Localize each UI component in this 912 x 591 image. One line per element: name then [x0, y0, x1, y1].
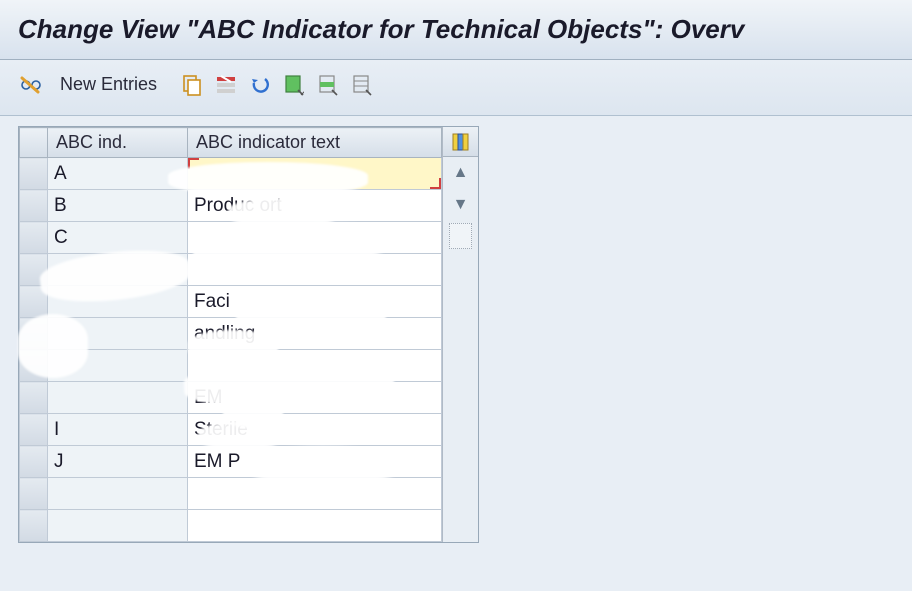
row-selector[interactable] [20, 478, 48, 510]
new-entries-button[interactable]: New Entries [52, 70, 165, 99]
txt-cell[interactable]: EM [188, 382, 442, 414]
delete-row-icon [215, 75, 237, 95]
table-row [20, 254, 442, 286]
undo-icon [249, 75, 271, 95]
ind-cell[interactable]: J [48, 446, 188, 478]
deselect-icon [352, 74, 372, 96]
table-scroll-rail: ▲ ▼ [442, 127, 478, 542]
ind-cell[interactable] [48, 318, 188, 350]
copy-icon [182, 74, 202, 96]
ind-cell[interactable]: B [48, 190, 188, 222]
ind-cell[interactable]: A [48, 158, 188, 190]
row-selector[interactable] [20, 446, 48, 478]
select-block-button[interactable] [315, 72, 341, 98]
content-area: ABC ind. ABC indicator text ABProduc ort… [0, 116, 912, 553]
txt-cell[interactable]: andling [188, 318, 442, 350]
ind-cell[interactable] [48, 254, 188, 286]
display-toggle-button[interactable] [18, 72, 44, 98]
txt-cell[interactable] [188, 222, 442, 254]
col-header-ind[interactable]: ABC ind. [48, 128, 188, 158]
txt-cell[interactable]: Faci [188, 286, 442, 318]
scroll-handle[interactable] [449, 223, 472, 249]
glasses-icon [20, 76, 42, 94]
table-row [20, 350, 442, 382]
table-row [20, 510, 442, 542]
scroll-down-button[interactable]: ▼ [443, 189, 478, 221]
ind-cell[interactable] [48, 478, 188, 510]
txt-cell[interactable] [188, 254, 442, 286]
table-wrapper: ABC ind. ABC indicator text ABProduc ort… [18, 126, 479, 543]
ind-cell[interactable]: C [48, 222, 188, 254]
row-selector[interactable] [20, 382, 48, 414]
columns-icon [452, 133, 470, 151]
select-block-icon [318, 74, 338, 96]
table-row: BProduc ort [20, 190, 442, 222]
table-row: EM [20, 382, 442, 414]
row-selector[interactable] [20, 190, 48, 222]
ind-cell[interactable] [48, 350, 188, 382]
row-selector[interactable] [20, 286, 48, 318]
row-selector[interactable] [20, 222, 48, 254]
ind-cell[interactable] [48, 382, 188, 414]
page-title: Change View "ABC Indicator for Technical… [18, 14, 744, 45]
table-row: andling [20, 318, 442, 350]
row-selector[interactable] [20, 318, 48, 350]
toolbar: New Entries [0, 60, 912, 116]
col-header-txt[interactable]: ABC indicator text [188, 128, 442, 158]
table-container: ABC ind. ABC indicator text ABProduc ort… [18, 126, 479, 543]
ind-cell[interactable] [48, 510, 188, 542]
scroll-up-button[interactable]: ▲ [443, 157, 478, 189]
row-select-header[interactable] [20, 128, 48, 158]
table-row: JEM P [20, 446, 442, 478]
txt-cell[interactable] [188, 350, 442, 382]
table-row [20, 478, 442, 510]
delete-button[interactable] [213, 72, 239, 98]
title-bar: Change View "ABC Indicator for Technical… [0, 0, 912, 60]
select-all-button[interactable] [281, 72, 307, 98]
txt-cell[interactable] [188, 158, 442, 190]
row-selector[interactable] [20, 510, 48, 542]
row-selector[interactable] [20, 158, 48, 190]
ind-cell[interactable] [48, 286, 188, 318]
column-settings-button[interactable] [443, 127, 478, 157]
row-selector[interactable] [20, 350, 48, 382]
txt-cell[interactable]: EM P [188, 446, 442, 478]
table-row: I Sterile [20, 414, 442, 446]
deselect-all-button[interactable] [349, 72, 375, 98]
row-selector[interactable] [20, 414, 48, 446]
table-row: C [20, 222, 442, 254]
select-all-icon [284, 74, 304, 96]
txt-cell[interactable]: Produc ort [188, 190, 442, 222]
abc-indicator-table: ABC ind. ABC indicator text ABProduc ort… [19, 127, 442, 542]
txt-cell[interactable] [188, 478, 442, 510]
table-row: Faci [20, 286, 442, 318]
txt-cell[interactable] [188, 510, 442, 542]
table-row: A [20, 158, 442, 190]
txt-cell[interactable]: Sterile [188, 414, 442, 446]
row-selector[interactable] [20, 254, 48, 286]
copy-as-button[interactable] [179, 72, 205, 98]
ind-cell[interactable]: I [48, 414, 188, 446]
undo-button[interactable] [247, 72, 273, 98]
